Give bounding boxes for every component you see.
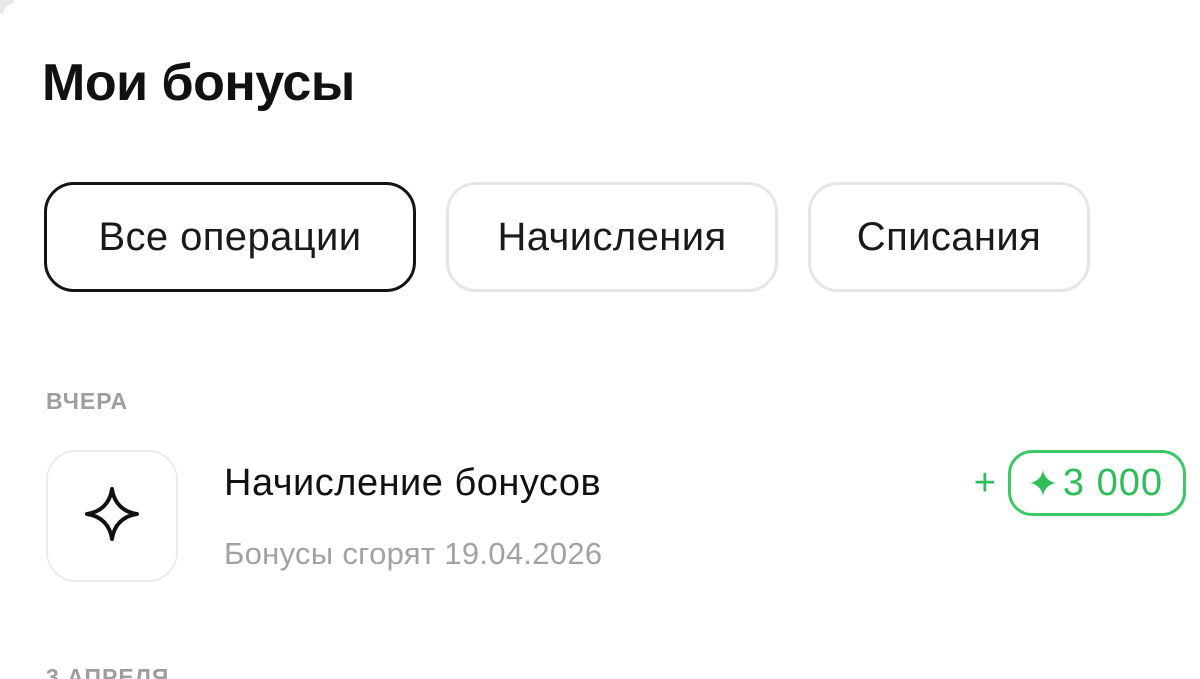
section-header-april-3: 3 АПРЕЛЯ [46, 664, 170, 679]
bonus-sparkle-icon [1029, 469, 1057, 497]
amount-plus-sign: + [973, 461, 996, 504]
transaction-expiry: Бонусы сгорят 19.04.2026 [224, 536, 603, 571]
filter-all-operations[interactable]: Все операции [44, 182, 416, 292]
bonus-amount-badge: 3 000 [1007, 450, 1186, 516]
filter-chips: Все операции Начисления Списания [44, 182, 1090, 292]
transaction-amount: + 3 000 [974, 450, 1186, 516]
section-header-yesterday: ВЧЕРА [46, 388, 129, 414]
bonuses-screen: Мои бонусы Все операции Начисления Списа… [0, 0, 1200, 679]
transaction-row[interactable]: Начисление бонусов Бонусы сгорят 19.04.2… [46, 450, 1186, 582]
filter-accruals[interactable]: Начисления [446, 182, 778, 292]
transaction-icon-box [46, 450, 178, 582]
filter-writeoffs[interactable]: Списания [808, 182, 1090, 292]
transaction-title: Начисление бонусов [224, 462, 602, 504]
sparkle-icon [83, 485, 141, 548]
screen-corner [0, 0, 14, 14]
bonus-amount-value: 3 000 [1062, 461, 1163, 504]
page-title: Мои бонусы [42, 54, 355, 112]
